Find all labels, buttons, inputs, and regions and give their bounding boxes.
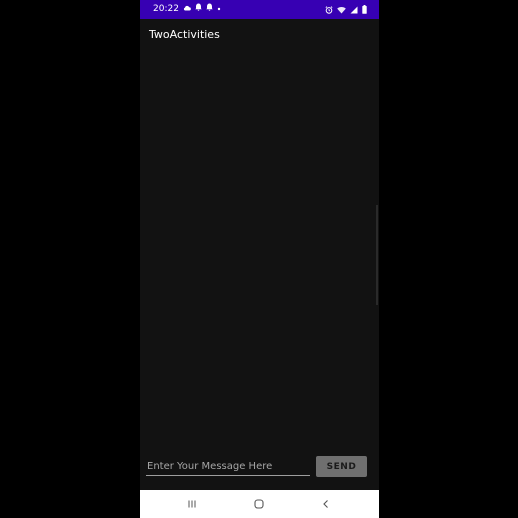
wifi-icon [337, 6, 346, 14]
message-input[interactable] [146, 457, 310, 476]
screen-background: 20:22 TwoActivities Enter Your Message H… [0, 0, 518, 518]
side-scroll-handle [376, 205, 378, 305]
home-icon[interactable] [252, 497, 266, 511]
status-bar-left: 20:22 [153, 0, 221, 19]
status-bar: 20:22 [140, 0, 379, 19]
battery-icon [362, 5, 367, 14]
dot-icon [217, 0, 221, 19]
recents-icon[interactable] [185, 497, 199, 511]
notification-icon [206, 0, 213, 19]
send-button[interactable]: SEND [316, 456, 367, 477]
cloud-icon [183, 0, 191, 19]
status-bar-right [325, 0, 367, 19]
signal-icon [350, 6, 358, 14]
status-time: 20:22 [153, 4, 179, 14]
navigation-bar [140, 490, 379, 518]
app-bar: TwoActivities [140, 19, 379, 53]
phone-screen: 20:22 TwoActivities Enter Your Message H… [140, 0, 379, 518]
message-input-row: SEND [140, 455, 379, 479]
app-title: TwoActivities [149, 28, 220, 41]
main-content [140, 53, 379, 490]
alarm-icon [325, 5, 333, 14]
back-icon[interactable] [319, 497, 333, 511]
notification-icon [195, 0, 202, 19]
